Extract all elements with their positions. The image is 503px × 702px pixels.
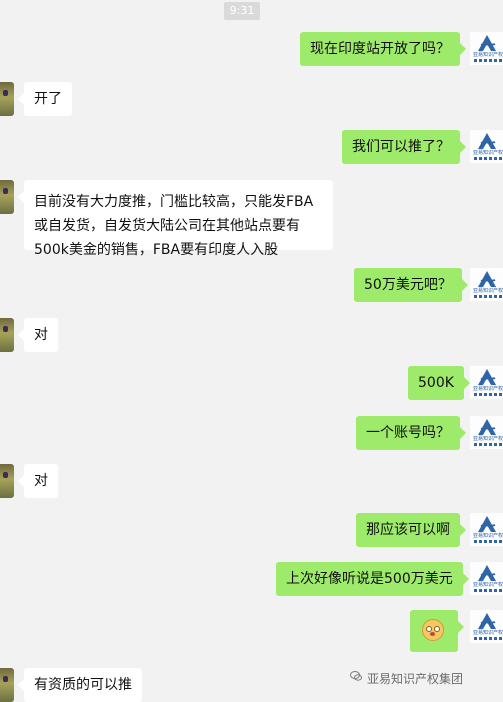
timestamp: 9:31: [224, 2, 260, 20]
contact-avatar[interactable]: [0, 464, 14, 498]
wechat-icon: [350, 671, 362, 681]
contact-avatar[interactable]: [0, 82, 14, 116]
message-bubble-incoming[interactable]: 对: [18, 464, 58, 498]
sender-avatar[interactable]: 亚易知识产权: [470, 268, 503, 301]
sender-avatar[interactable]: 亚易知识产权: [470, 562, 503, 595]
brand-logo-icon: [478, 613, 496, 629]
brand-logo-icon: [478, 133, 496, 149]
brand-logo-icon: [478, 369, 496, 385]
sender-avatar[interactable]: 亚易知识产权: [470, 416, 503, 449]
avatar-caption: 亚易知识产权: [473, 582, 503, 588]
message-bubble-outgoing[interactable]: 现在印度站开放了吗？: [300, 32, 466, 66]
avatar-caption: 亚易知识产权: [473, 533, 503, 539]
brand-logo-icon: [478, 565, 496, 581]
avatar-caption: 亚易知识产权: [473, 386, 503, 392]
contact-avatar[interactable]: [0, 318, 14, 352]
flushed-face-emoji: [422, 619, 444, 641]
message-bubble-incoming[interactable]: 有资质的可以推: [18, 668, 142, 702]
avatar-dots: [474, 540, 502, 543]
brand-logo-icon: [478, 419, 496, 435]
brand-logo-icon: [478, 35, 496, 51]
brand-logo-icon: [478, 516, 496, 532]
avatar-dots: [474, 637, 502, 640]
avatar-dots: [474, 393, 502, 396]
avatar-dots: [474, 295, 502, 298]
avatar-dots: [474, 443, 502, 446]
sender-avatar[interactable]: 亚易知识产权: [470, 32, 503, 65]
avatar-dots: [474, 589, 502, 592]
message-bubble-incoming[interactable]: 目前没有大力度推，门槛比较高，只能发FBA或自发货，自发货大陆公司在其他站点要有…: [18, 180, 333, 258]
message-bubble-outgoing[interactable]: 那应该可以啊: [356, 513, 466, 547]
avatar-caption: 亚易知识产权: [473, 630, 503, 636]
contact-avatar[interactable]: [0, 180, 14, 214]
sender-avatar[interactable]: 亚易知识产权: [470, 513, 503, 546]
avatar-caption: 亚易知识产权: [473, 288, 503, 294]
avatar-dots: [474, 59, 502, 62]
message-bubble-outgoing[interactable]: 一个账号吗？: [356, 416, 466, 450]
avatar-caption: 亚易知识产权: [473, 150, 503, 156]
message-bubble-outgoing[interactable]: 500K: [408, 366, 470, 400]
sender-avatar[interactable]: 亚易知识产权: [470, 610, 503, 643]
message-bubble-outgoing[interactable]: [410, 610, 464, 652]
message-bubble-outgoing[interactable]: 上次好像听说是500万美元: [276, 562, 469, 596]
watermark-text: 亚易知识产权集团: [367, 672, 464, 686]
avatar-caption: 亚易知识产权: [473, 436, 503, 442]
avatar-caption: 亚易知识产权: [473, 52, 503, 58]
avatar-dots: [474, 157, 502, 160]
sender-avatar[interactable]: 亚易知识产权: [470, 130, 503, 163]
message-bubble-outgoing[interactable]: 我们可以推了？: [342, 130, 466, 164]
contact-avatar[interactable]: [0, 668, 14, 702]
sender-avatar[interactable]: 亚易知识产权: [470, 366, 503, 399]
message-bubble-outgoing[interactable]: 50万美元吧？: [354, 268, 468, 302]
message-bubble-incoming[interactable]: 开了: [18, 82, 72, 116]
message-bubble-incoming[interactable]: 对: [18, 318, 58, 352]
brand-logo-icon: [478, 271, 496, 287]
watermark: 亚易知识产权集团: [350, 670, 464, 687]
